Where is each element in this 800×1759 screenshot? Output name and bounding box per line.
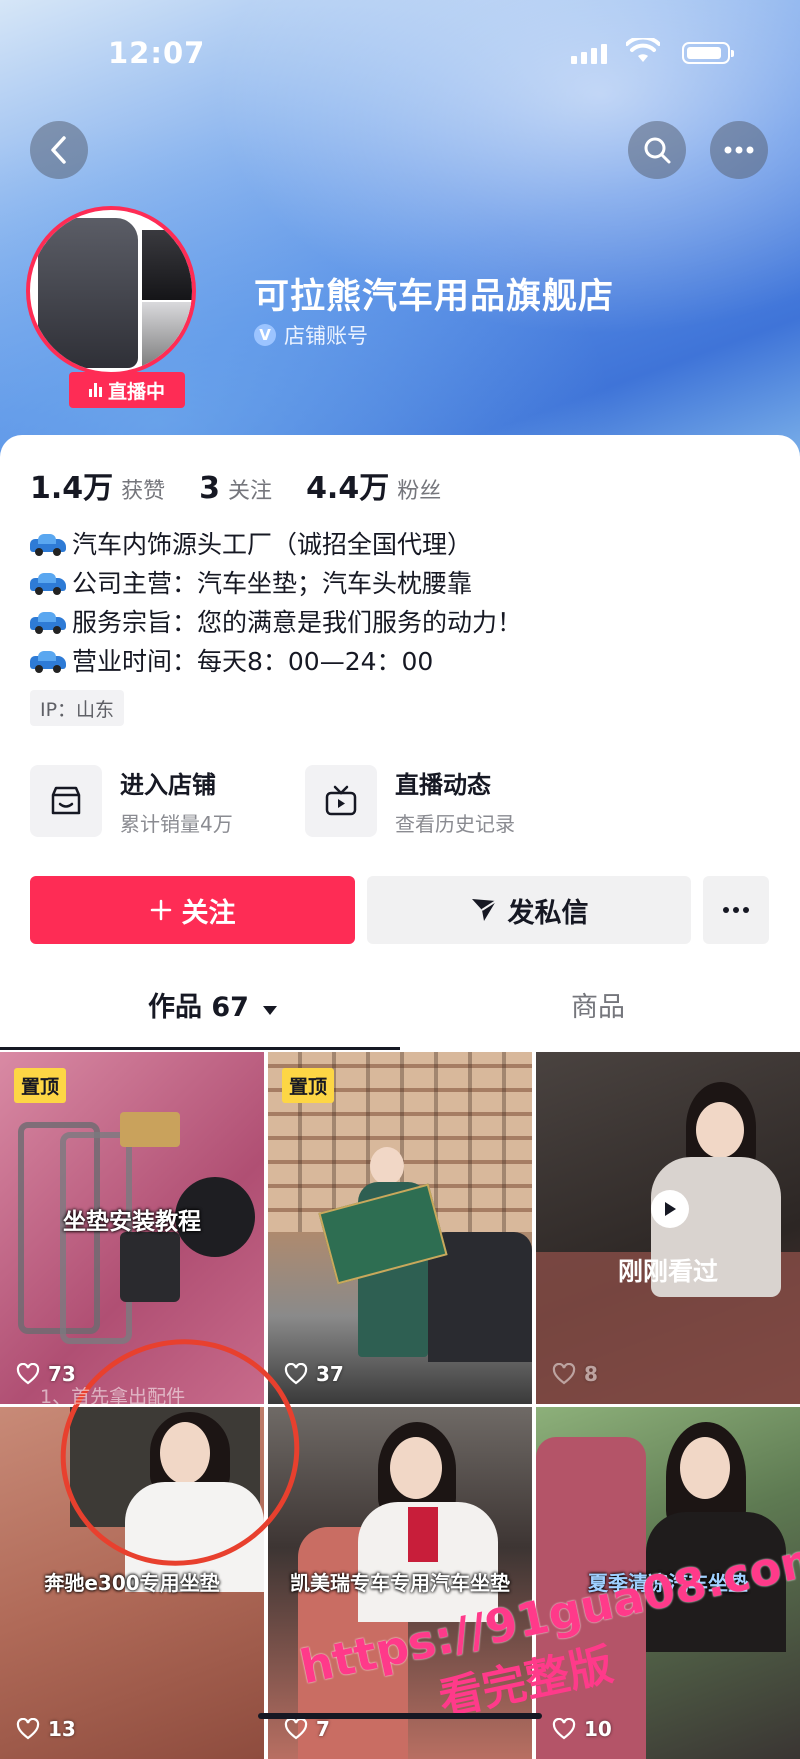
stat-followers[interactable]: 4.4万 粉丝: [306, 463, 441, 507]
bio-line: 营业时间：每天8：00—24：00: [72, 647, 434, 676]
signal-icon: [571, 44, 607, 64]
caret-down-icon: [263, 1006, 278, 1015]
video-caption: 凯美瑞专车专用汽车坐垫: [290, 1571, 510, 1595]
status-time: 12:07: [108, 36, 206, 70]
video-likes: 13: [16, 1717, 76, 1741]
enter-shop-subtitle: 累计销量4万: [120, 812, 233, 836]
plus-icon: [150, 899, 171, 921]
ip-location: IP：山东: [30, 690, 125, 726]
bio-line: 公司主营：汽车坐垫；汽车头枕腰靠: [72, 569, 473, 598]
tab-indicator: [0, 1047, 400, 1050]
heart-icon: [284, 1363, 308, 1385]
video-subcaption: 1、首先拿出配件: [40, 1386, 186, 1408]
bio-line: 汽车内饰源头工厂（诚招全国代理）: [72, 530, 473, 559]
tab-works[interactable]: 作品 67: [148, 985, 278, 1024]
search-button[interactable]: [628, 121, 686, 179]
tv-icon: [305, 765, 377, 837]
stat-likes[interactable]: 1.4万 获赞: [30, 463, 165, 507]
account-type: V 店铺账号: [254, 320, 368, 350]
back-button[interactable]: [30, 121, 88, 179]
verified-icon: V: [254, 324, 276, 346]
follow-button[interactable]: 关注: [30, 876, 355, 944]
video-caption: 奔驰e300专用坐垫: [44, 1571, 220, 1595]
send-message-button[interactable]: 发私信: [367, 876, 691, 944]
wifi-icon: [625, 35, 661, 68]
bio-line: 服务宗旨：您的满意是我们服务的动力！: [72, 608, 523, 637]
avatar[interactable]: [26, 206, 196, 376]
more-options-button[interactable]: [710, 121, 768, 179]
video-likes: 10: [552, 1717, 612, 1741]
more-dots-icon: [723, 907, 749, 913]
profile-bio: 汽车内饰源头工厂（诚招全国代理） 公司主营：汽车坐垫；汽车头枕腰靠 服务宗旨：您…: [30, 525, 522, 681]
play-icon: [651, 1190, 689, 1228]
video-likes: 7: [284, 1717, 330, 1741]
enter-shop-title: 进入店铺: [120, 771, 216, 799]
heart-icon: [552, 1718, 576, 1740]
battery-icon: [682, 42, 734, 64]
send-icon: [471, 899, 497, 921]
live-history-title: 直播动态: [395, 771, 491, 799]
search-icon: [644, 137, 671, 164]
heart-icon: [16, 1363, 40, 1385]
shop-name: 可拉熊汽车用品旗舰店: [254, 277, 615, 317]
heart-icon: [284, 1718, 308, 1740]
video-likes: 8: [552, 1362, 598, 1386]
heart-icon: [16, 1718, 40, 1740]
recently-watched-label: 刚刚看过: [617, 1257, 718, 1286]
pinned-badge: 置顶: [282, 1068, 335, 1103]
video-caption: 坐垫安装教程: [63, 1209, 201, 1235]
video-likes: 37: [284, 1362, 344, 1386]
profile-stats: 1.4万 获赞 3 关注 4.4万 粉丝: [30, 463, 475, 507]
car-emoji-icon: [30, 572, 66, 595]
more-actions-button[interactable]: [703, 876, 769, 944]
pinned-badge: 置顶: [14, 1068, 67, 1103]
home-indicator: [258, 1713, 542, 1719]
enter-shop-entry[interactable]: 进入店铺 累计销量4万: [30, 765, 233, 837]
live-history-entry[interactable]: 直播动态 查看历史记录: [305, 765, 515, 837]
profile-tabs: 作品 67 商品: [0, 985, 800, 1050]
car-emoji-icon: [30, 650, 66, 673]
live-history-subtitle: 查看历史记录: [395, 812, 515, 836]
live-badge[interactable]: 直播中: [69, 372, 185, 408]
stat-following[interactable]: 3 关注: [199, 471, 272, 506]
video-tile[interactable]: 置顶 37: [268, 1052, 532, 1404]
shop-icon: [30, 765, 102, 837]
car-emoji-icon: [30, 611, 66, 634]
chevron-left-icon: [51, 136, 66, 164]
live-bars-icon: [88, 383, 102, 397]
more-dots-icon: [724, 146, 754, 154]
tab-goods[interactable]: 商品: [571, 985, 625, 1024]
car-emoji-icon: [30, 533, 66, 556]
video-tile[interactable]: 刚刚看过 8: [536, 1052, 800, 1404]
heart-icon: [552, 1363, 576, 1385]
